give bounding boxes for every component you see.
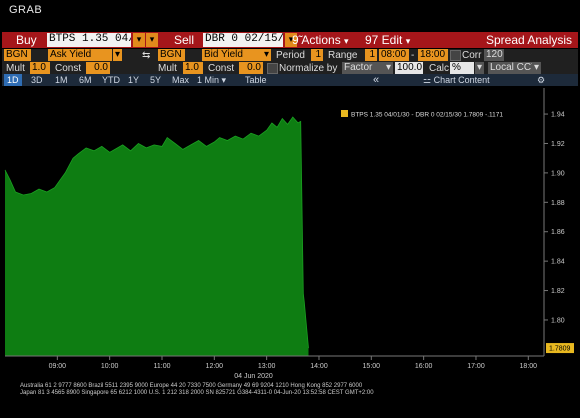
x-tick-label: 11:00 [153, 363, 170, 370]
calc-input[interactable]: % [450, 62, 474, 74]
y-tick-label: 1.80 [551, 317, 565, 324]
x-tick-label: 17:00 [467, 363, 485, 370]
range-input[interactable]: 1 [365, 49, 377, 61]
x-tick-label: 14:00 [310, 363, 328, 370]
chart-icon: ⚍ [423, 75, 432, 85]
field1-select[interactable]: Ask Yield [48, 49, 112, 61]
buy-label: Buy [16, 33, 37, 47]
x-tick-label: 16:00 [415, 363, 433, 370]
chevron-down-icon: ▾ [221, 75, 227, 85]
start-time-input[interactable]: 08:00 [379, 49, 409, 61]
field1-dropdown-button[interactable]: ▾ [113, 49, 122, 61]
currency-dropdown-button[interactable]: ▾ [532, 62, 541, 74]
tab-max[interactable]: Max [169, 74, 192, 86]
source1-field[interactable]: BGN [4, 49, 31, 61]
period-input[interactable]: 1 [311, 49, 323, 61]
buy-dropdown-button[interactable]: ▾ [133, 33, 145, 47]
chevron-down-icon: ▾ [344, 36, 349, 46]
field2-select[interactable]: Bid Yield [202, 49, 262, 61]
x-tick-label: 18:00 [520, 363, 538, 370]
x-tick-label: 13:00 [258, 363, 276, 370]
settings-row-1: BGN Ask Yield ▾ ⇆ BGN Bid Yield ▾ Period… [2, 49, 578, 62]
x-tick-label: 09:00 [49, 363, 67, 370]
footer-contacts: Australia 61 2 9777 8600 Brazil 5511 239… [20, 383, 363, 389]
end-time-input[interactable]: 18:00 [418, 49, 448, 61]
factor-input[interactable]: 100.0 [395, 62, 423, 74]
x-tick-label: 10:00 [101, 363, 119, 370]
currency-select[interactable]: Local CCY [488, 62, 532, 74]
interval-label: 1 Min [197, 75, 220, 85]
y-tick-label: 1.86 [551, 229, 565, 236]
range-label: Range [328, 50, 358, 61]
y-tick-label: 1.84 [551, 259, 565, 266]
y-tick-label: 1.82 [551, 288, 565, 295]
last-value-label: 1.7809 [549, 346, 571, 353]
normalize-select[interactable]: Factor [342, 62, 384, 74]
buy-swap-button[interactable]: ▾ [146, 33, 158, 47]
corr-label: Corr [462, 50, 482, 61]
tab-1y[interactable]: 1Y [125, 74, 142, 86]
sell-label: Sell [174, 33, 195, 47]
corr-checkbox[interactable] [450, 50, 461, 61]
legend-label: BTPS 1.35 04/01/30 - DBR 0 02/15/30 1.78… [351, 112, 503, 119]
period-tab-bar: 1D 3D 1M 6M YTD 1Y 5Y Max 1 Min ▾ Table … [2, 74, 578, 86]
double-chevron-left-icon[interactable]: « [370, 74, 382, 86]
calc-dropdown-button[interactable]: ▾ [475, 62, 484, 74]
const2-input[interactable]: 0.0 [239, 62, 263, 74]
corr-input[interactable]: 120 [484, 49, 504, 61]
tab-5y[interactable]: 5Y [147, 74, 164, 86]
page-title: Spread Analysis [486, 33, 573, 47]
gear-icon[interactable]: ⚙ [534, 74, 548, 86]
range-separator: - [411, 50, 415, 61]
y-tick-label: 1.90 [551, 170, 565, 177]
tab-1m[interactable]: 1M [52, 74, 71, 86]
y-tick-label: 1.94 [551, 112, 565, 119]
normalize-checkbox[interactable] [267, 63, 278, 74]
sell-security-input[interactable]: DBR 0 02/15/ [203, 33, 283, 47]
chart-content-label: Chart Content [433, 75, 490, 85]
chart-content-button[interactable]: ⚍ Chart Content [420, 74, 493, 86]
tab-3d[interactable]: 3D [28, 74, 46, 86]
period-label: Period [276, 50, 305, 61]
y-tick-label: 1.92 [551, 141, 565, 148]
actions-menu-label: 9̃ Actions [292, 33, 341, 47]
actions-menu[interactable]: 9̃ Actions ▾ [292, 33, 349, 47]
buy-security-input[interactable]: BTPS 1.35 04/ [47, 33, 131, 47]
swap-icon[interactable]: ⇆ [142, 49, 150, 62]
x-tick-label: 12:00 [206, 363, 224, 370]
source2-field[interactable]: BGN [158, 49, 185, 61]
interval-select[interactable]: 1 Min ▾ [194, 74, 229, 86]
date-label: 04 Jun 2020 [234, 373, 273, 380]
field2-dropdown-button[interactable]: ▾ [262, 49, 271, 61]
window-title: GRAB [9, 4, 43, 16]
y-tick-label: 1.88 [551, 200, 565, 207]
spread-chart: 1.94 1.92 1.90 1.88 1.86 1.84 1.82 1.80 09:00 10:… [2, 86, 578, 382]
chevron-down-icon: ▾ [405, 36, 411, 46]
x-tick-label: 15:00 [363, 363, 381, 370]
tab-ytd[interactable]: YTD [99, 74, 123, 86]
mult1-input[interactable]: 1.0 [30, 62, 50, 74]
tab-6m[interactable]: 6M [76, 74, 95, 86]
footer-session: Japan 81 3 4565 8900 Singapore 65 6212 1… [20, 390, 374, 396]
table-button[interactable]: Table [242, 74, 270, 86]
normalize-dropdown-button[interactable]: ▾ [384, 62, 393, 74]
command-bar: Buy BTPS 1.35 04/ ▾ ▾ Sell DBR 0 02/15/ … [2, 32, 578, 48]
tab-1d[interactable]: 1D [4, 74, 22, 86]
edit-menu-label: 97 Edit [365, 33, 403, 47]
legend-swatch [341, 110, 348, 117]
mult2-input[interactable]: 1.0 [183, 62, 203, 74]
const1-input[interactable]: 0.0 [86, 62, 110, 74]
edit-menu[interactable]: 97 Edit ▾ [365, 33, 410, 47]
